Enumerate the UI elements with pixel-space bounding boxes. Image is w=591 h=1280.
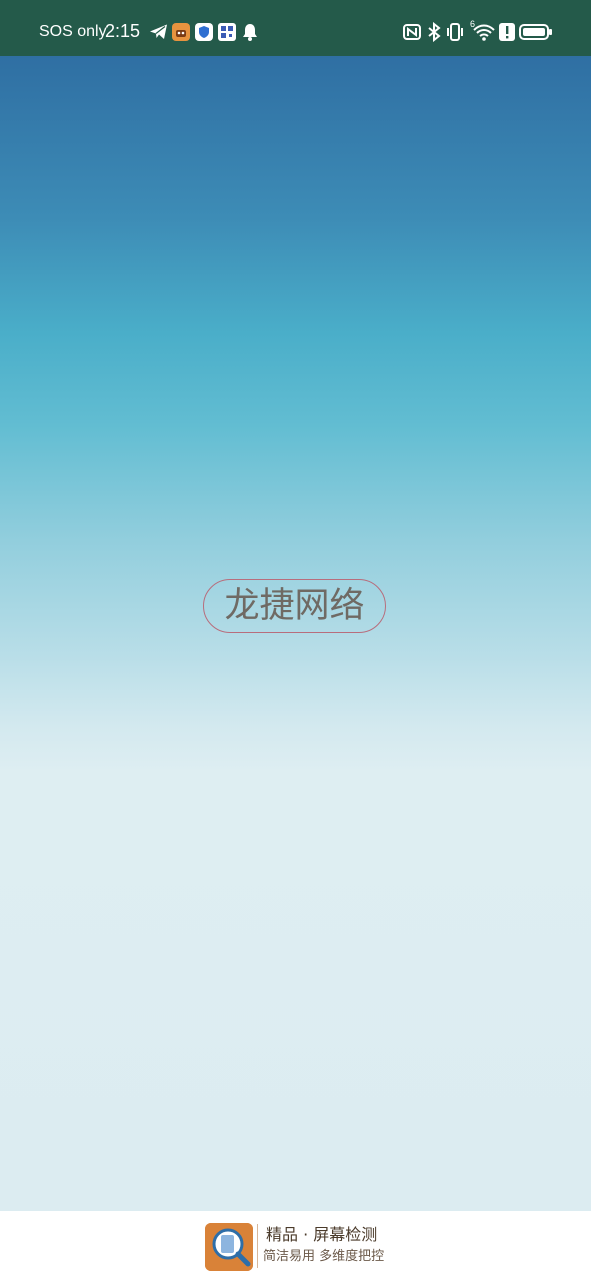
footer-title: 精品 · 屏幕检测 bbox=[266, 1225, 378, 1244]
brand-name-badge: 龙捷网络 bbox=[203, 579, 386, 633]
footer-divider bbox=[257, 1224, 258, 1268]
battery-icon bbox=[519, 24, 552, 40]
magnifier-icon bbox=[205, 1223, 253, 1271]
qr-app-icon bbox=[218, 23, 236, 41]
bluetooth-icon bbox=[428, 22, 441, 42]
orange-app-icon bbox=[172, 23, 190, 41]
notification-bell-icon bbox=[243, 24, 257, 41]
nfc-icon bbox=[403, 24, 421, 40]
vibrate-icon bbox=[447, 23, 463, 41]
splash-background: 龙捷网络 bbox=[0, 56, 591, 1211]
wifi-icon bbox=[473, 24, 495, 41]
footer-subtitle: 简洁易用 多维度把控 bbox=[263, 1249, 385, 1264]
carrier-status: SOS only bbox=[39, 23, 107, 40]
wifi-6-badge: 6 bbox=[470, 19, 476, 29]
screen-test-app-logo bbox=[205, 1223, 253, 1271]
shield-app-icon bbox=[195, 23, 213, 41]
clock-time: 2:15 bbox=[105, 21, 141, 41]
telegram-icon bbox=[150, 24, 167, 39]
alert-icon bbox=[499, 23, 515, 41]
splash-footer: 精品 · 屏幕检测 简洁易用 多维度把控 bbox=[0, 1211, 591, 1280]
status-bar: SOS only 2:15 6 bbox=[0, 0, 591, 56]
